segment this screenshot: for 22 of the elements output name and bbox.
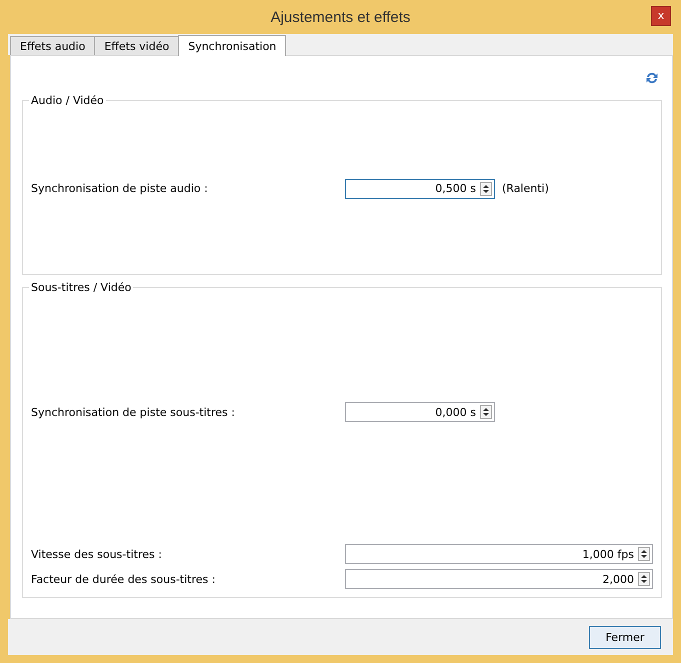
spin-arrows-icon[interactable]	[480, 182, 492, 196]
window-title: Ajustements et effets	[270, 8, 410, 26]
field-label: Synchronisation de piste sous-titres :	[31, 406, 236, 418]
field-label: Synchronisation de piste audio :	[31, 182, 209, 195]
spin-arrows-icon[interactable]	[638, 572, 650, 586]
field-label: Vitesse des sous-titres :	[31, 548, 163, 560]
spin-box[interactable]: 0,000 s	[345, 402, 495, 422]
spin-arrows-icon[interactable]	[480, 405, 492, 419]
field-note: (Ralenti)	[502, 182, 549, 195]
spin-arrows-icon[interactable]	[638, 547, 650, 561]
tab[interactable]: Effets audio	[10, 36, 96, 55]
spin-box[interactable]: 0,500 s	[345, 178, 495, 198]
tab[interactable]: Synchronisation	[178, 35, 286, 56]
field-label: Facteur de durée des sous-titres :	[31, 572, 216, 586]
spin-box[interactable]: 2,000	[345, 569, 653, 589]
close-button[interactable]: x	[651, 6, 671, 26]
close-dialog-button[interactable]: Fermer	[589, 626, 661, 648]
refresh-icon[interactable]	[644, 70, 660, 86]
spin-box[interactable]: 1,000 fps	[345, 544, 653, 564]
group-title: Audio / Vidéo	[29, 94, 106, 107]
group-title: Sous-titres / Vidéo	[29, 281, 134, 294]
tab[interactable]: Effets vidéo	[94, 36, 180, 55]
